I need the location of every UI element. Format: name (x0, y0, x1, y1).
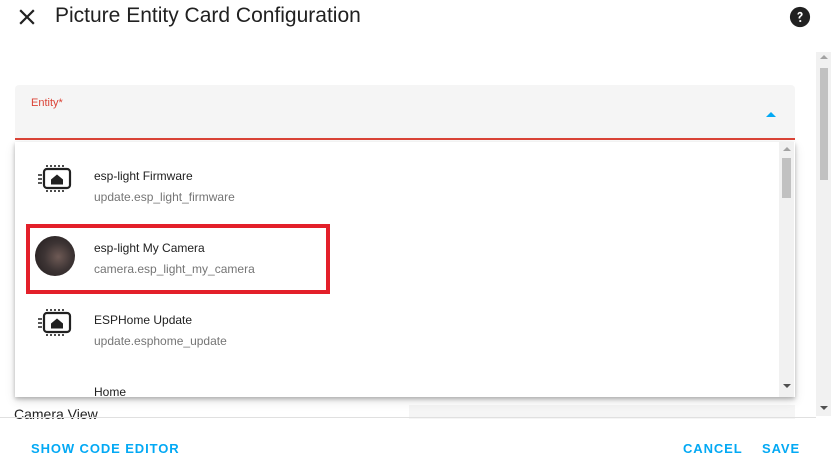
item-secondary-text: update.esphome_update (94, 334, 227, 348)
scroll-up-arrow-icon[interactable] (820, 55, 828, 59)
list-item-esp-light-firmware[interactable]: esp-light Firmware update.esp_light_firm… (15, 142, 779, 214)
entity-combobox[interactable]: Entity* (15, 85, 795, 140)
list-item-home[interactable]: Home (15, 358, 779, 397)
item-primary-text: esp-light My Camera (94, 241, 205, 255)
close-icon[interactable] (14, 4, 40, 30)
camera-thumbnail (35, 236, 75, 276)
show-code-editor-button[interactable]: SHOW CODE EDITOR (31, 441, 180, 456)
entity-field-label: Entity* (31, 97, 63, 109)
dropdown-scrollbar[interactable] (779, 142, 794, 397)
item-primary-text: ESPHome Update (94, 313, 193, 327)
help-icon[interactable] (789, 6, 811, 28)
cancel-button[interactable]: CANCEL (683, 441, 743, 456)
save-button[interactable]: SAVE (762, 441, 800, 456)
dialog-title: Picture Entity Card Configuration (55, 4, 361, 27)
page-scrollbar-thumb[interactable] (820, 68, 828, 180)
camera-view-label: Camera View (14, 406, 98, 422)
item-secondary-text: camera.esp_light_my_camera (94, 262, 255, 276)
item-primary-text: Home (94, 385, 127, 397)
list-item-esphome-update[interactable]: ESPHome Update update.esphome_update (15, 286, 779, 358)
scroll-down-arrow-icon[interactable] (783, 384, 791, 388)
dropdown-scrollbar-thumb[interactable] (782, 158, 791, 198)
scroll-up-arrow-icon[interactable] (783, 147, 791, 151)
home-icon (35, 374, 75, 397)
page-scrollbar[interactable] (816, 52, 831, 416)
dialog-header: Picture Entity Card Configuration (0, 0, 831, 36)
dropdown-arrow-up-icon[interactable] (766, 112, 776, 117)
footer-divider (0, 417, 816, 418)
entity-dropdown-list: esp-light Firmware update.esp_light_firm… (15, 142, 795, 397)
chip-home-icon (38, 165, 72, 192)
list-item-esp-light-my-camera[interactable]: esp-light My Camera camera.esp_light_my_… (15, 214, 779, 286)
item-primary-text: esp-light Firmware (94, 169, 193, 183)
item-secondary-text: update.esp_light_firmware (94, 190, 235, 204)
chip-home-icon (38, 309, 72, 336)
scroll-down-arrow-icon[interactable] (820, 406, 828, 410)
